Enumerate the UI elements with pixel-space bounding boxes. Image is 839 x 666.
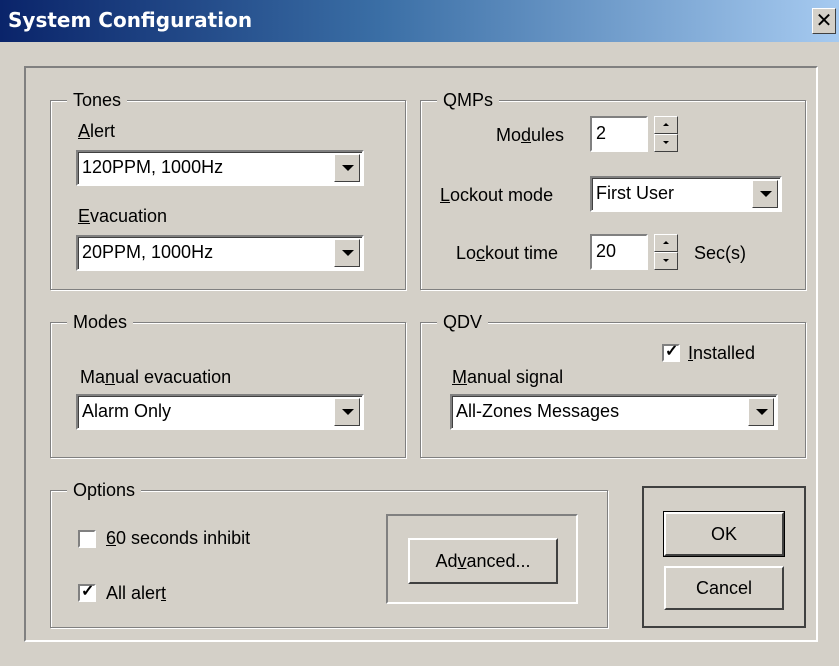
modules-spin-up[interactable] — [654, 116, 678, 134]
all-alert-label-mnemonic: t — [161, 583, 167, 603]
lockout-mode-label-text: ockout mode — [450, 185, 554, 205]
qdv-group-title: QDV — [437, 310, 489, 334]
lockout-time-value: 20 — [596, 241, 617, 261]
modules-spinner[interactable] — [654, 116, 678, 152]
lockout-mode-dropdown[interactable]: First User — [590, 176, 782, 212]
manual-signal-label: Manual signal — [452, 366, 563, 388]
lockout-mode-label-mnemonic: L — [440, 185, 451, 205]
installed-checkbox[interactable]: ✓ — [662, 343, 680, 362]
all-alert-label: All alert — [106, 582, 166, 604]
manual-evacuation-label-mnemonic: n — [105, 367, 116, 387]
manual-signal-label-text: anual signal — [467, 367, 564, 387]
inhibit-label: 60 seconds inhibit — [106, 527, 250, 549]
lockout-time-unit: Sec(s) — [694, 243, 747, 263]
manual-signal-dropdown[interactable]: All-Zones Messages — [450, 394, 778, 430]
lockout-time-spin-down[interactable] — [654, 252, 678, 270]
advanced-button-label-pre: Ad — [435, 551, 458, 571]
lockout-mode-value: First User — [596, 183, 674, 203]
lockout-mode-label: Lockout mode — [440, 184, 553, 206]
tones-group-title: Tones — [67, 88, 128, 112]
spin-down-icon — [663, 259, 669, 262]
inhibit-label-mnemonic: 6 — [106, 528, 117, 548]
inhibit-checkbox[interactable] — [78, 530, 96, 548]
manual-signal-label-mnemonic: M — [452, 367, 467, 387]
installed-label: Installed — [688, 342, 755, 364]
all-alert-label-pre: All aler — [106, 583, 162, 603]
alert-label-text: lert — [90, 121, 116, 141]
inhibit-label-text: 0 seconds inhibit — [116, 528, 251, 548]
chevron-down-icon — [756, 409, 768, 415]
manual-evacuation-value: Alarm Only — [82, 401, 172, 421]
lockout-time-label: Lockout time — [456, 242, 558, 264]
alert-dropdown[interactable]: 120PPM, 1000Hz — [76, 150, 364, 186]
lockout-time-spin-up[interactable] — [654, 234, 678, 252]
lockout-time-label-mnemonic: c — [476, 243, 486, 263]
spin-down-icon — [663, 141, 669, 144]
checkmark-icon: ✓ — [665, 343, 679, 360]
qmps-group-title: QMPs — [437, 88, 500, 112]
modules-label-post: ules — [531, 125, 565, 145]
manual-signal-dropdown-button[interactable] — [748, 398, 774, 426]
cancel-button[interactable]: Cancel — [664, 566, 784, 610]
alert-dropdown-value: 120PPM, 1000Hz — [82, 157, 224, 177]
modules-input[interactable]: 2 — [590, 116, 648, 152]
spin-up-icon — [663, 241, 669, 244]
alert-dropdown-button[interactable] — [334, 154, 360, 182]
chevron-down-icon — [760, 191, 772, 197]
advanced-button-label-post: anced... — [466, 551, 531, 571]
chevron-down-icon — [342, 250, 354, 256]
modules-label-mnemonic: d — [521, 125, 532, 145]
all-alert-checkbox[interactable]: ✓ — [78, 583, 96, 602]
modules-label-pre: Mo — [496, 125, 522, 145]
modules-label: Modules — [496, 124, 564, 146]
lockout-mode-dropdown-button[interactable] — [752, 180, 778, 208]
spin-up-icon — [663, 123, 669, 126]
evacuation-dropdown-value: 20PPM, 1000Hz — [82, 242, 214, 262]
manual-evacuation-label: Manual evacuation — [80, 366, 231, 388]
checkmark-icon: ✓ — [81, 583, 95, 600]
manual-evacuation-label-post: ual evacuation — [115, 367, 232, 387]
options-group-title: Options — [67, 478, 142, 502]
evacuation-label-text: vacuation — [90, 206, 168, 226]
manual-evacuation-dropdown[interactable]: Alarm Only — [76, 394, 364, 430]
chevron-down-icon — [342, 165, 354, 171]
alert-label: Alert — [78, 120, 115, 142]
manual-evacuation-label-pre: Ma — [80, 367, 106, 387]
lockout-time-input[interactable]: 20 — [590, 234, 648, 270]
evacuation-label-mnemonic: E — [78, 206, 91, 226]
modes-group-title: Modes — [67, 310, 134, 334]
window-title: System Configuration — [8, 8, 253, 32]
modes-group: Modes — [50, 310, 406, 458]
chevron-down-icon — [342, 409, 354, 415]
modules-value: 2 — [596, 123, 607, 143]
title-bar[interactable]: System Configuration ✕ — [0, 0, 839, 42]
close-button[interactable]: ✕ — [812, 8, 836, 34]
dialog-window: System Configuration ✕ Tones Alert 120PP… — [0, 0, 839, 666]
alert-label-mnemonic: A — [78, 121, 91, 141]
manual-evacuation-dropdown-button[interactable] — [334, 398, 360, 426]
evacuation-dropdown-button[interactable] — [334, 239, 360, 267]
installed-label-text: nstalled — [693, 343, 756, 363]
lockout-time-label-pre: Lo — [456, 243, 477, 263]
manual-signal-value: All-Zones Messages — [456, 401, 620, 421]
evacuation-dropdown[interactable]: 20PPM, 1000Hz — [76, 235, 364, 271]
close-icon: ✕ — [815, 10, 833, 32]
evacuation-label: Evacuation — [78, 205, 167, 227]
modules-spin-down[interactable] — [654, 134, 678, 152]
lockout-time-label-post: kout time — [485, 243, 559, 263]
lockout-time-spinner[interactable] — [654, 234, 678, 270]
ok-button[interactable]: OK — [663, 511, 785, 557]
advanced-button[interactable]: Advanced... — [408, 538, 558, 584]
